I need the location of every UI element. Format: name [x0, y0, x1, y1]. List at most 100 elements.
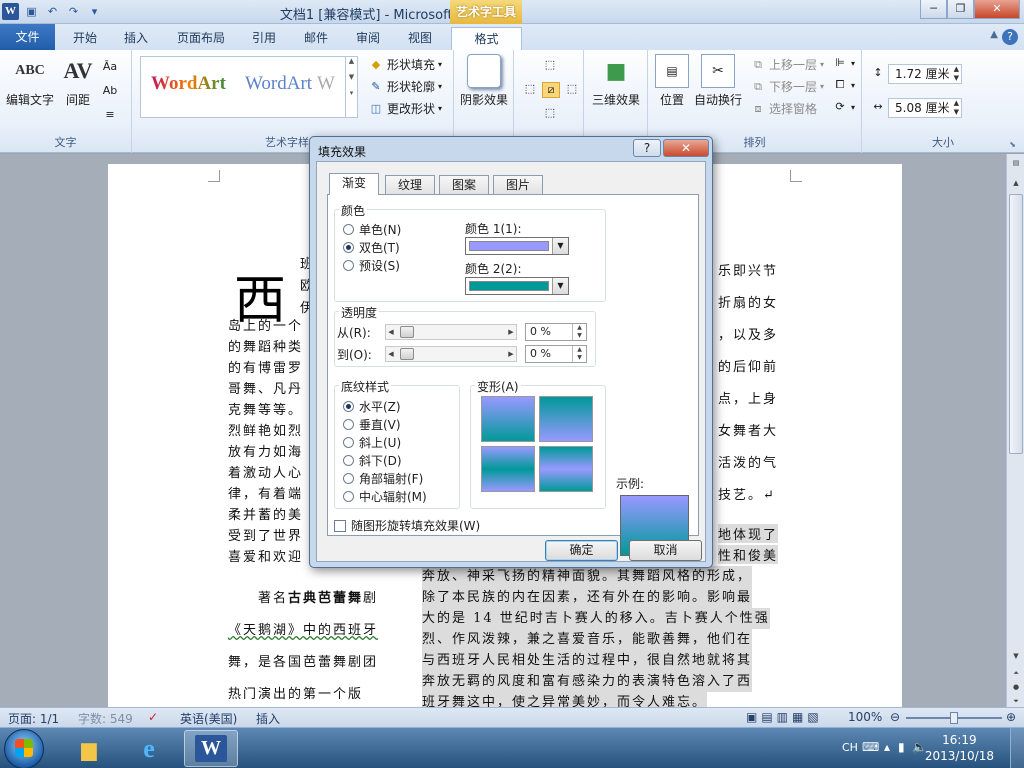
color1-dropdown[interactable]: ▼ — [465, 237, 569, 255]
variant-2[interactable] — [539, 396, 593, 442]
tab-picture[interactable]: 图片 — [493, 175, 543, 194]
radio-from-center[interactable]: 中心辐射(M) — [343, 488, 427, 505]
rotate-with-shape-checkbox[interactable]: 随图形旋转填充效果(W) — [334, 517, 480, 534]
variant-1[interactable] — [481, 396, 535, 442]
bring-forward-button[interactable]: ⧉ 上移一层 ▾ — [750, 56, 824, 73]
dialog-close-button[interactable]: ✕ — [663, 139, 709, 157]
to-spinner[interactable]: ▲ ▼ — [572, 346, 586, 362]
explorer-taskbar-button[interactable]: ▆ — [62, 730, 116, 767]
browse-object-icon[interactable]: ● — [1009, 680, 1023, 694]
minimize-button[interactable]: ─ — [920, 0, 947, 19]
rotate-button[interactable]: ⟳ ▾ — [832, 100, 855, 114]
word-taskbar-button[interactable]: W — [184, 730, 238, 767]
input-language[interactable]: CH — [842, 741, 858, 754]
shape-outline-button[interactable]: ✎ 形状轮廓 ▾ — [368, 78, 442, 95]
radio-one-color[interactable]: 单色(N) — [343, 221, 401, 238]
tab-references[interactable]: 引用 — [242, 27, 286, 50]
variant-3[interactable] — [481, 446, 535, 492]
cancel-button[interactable]: 取消 — [629, 540, 702, 561]
dialog-help-button[interactable]: ? — [633, 139, 661, 157]
show-desktop-button[interactable] — [1010, 728, 1024, 768]
color2-dropdown[interactable]: ▼ — [465, 277, 569, 295]
nudge-up-icon[interactable]: ⬚ — [542, 58, 558, 72]
radio-horizontal[interactable]: 水平(Z) — [343, 398, 401, 415]
radio-preset[interactable]: 预设(S) — [343, 257, 400, 274]
height-spinner[interactable]: ▲ ▼ — [954, 65, 959, 83]
tray-chevron-icon[interactable]: ▴ — [884, 740, 890, 754]
shadow-effects-button[interactable]: 阴影效果 — [456, 54, 512, 108]
scroll-up-icon[interactable]: ▲ — [1009, 176, 1023, 190]
next-page-icon[interactable]: ⏷ — [1009, 694, 1023, 708]
change-shape-button[interactable]: ◫ 更改形状 ▾ — [368, 100, 442, 117]
word-count[interactable]: 字数: 549 — [78, 710, 133, 727]
tab-texture[interactable]: 纹理 — [385, 175, 435, 194]
clock[interactable]: 16:19 2013/10/18 — [925, 732, 994, 764]
tab-format[interactable]: 格式 — [451, 27, 522, 50]
to-percent-field[interactable]: 0 % ▲ ▼ — [525, 345, 587, 363]
scroll-thumb[interactable] — [1009, 194, 1023, 454]
edit-text-button[interactable]: ABC 编辑文字 — [4, 54, 56, 108]
variant-4[interactable] — [539, 446, 593, 492]
nudge-down-icon[interactable]: ⬚ — [542, 106, 558, 120]
group-objects-button[interactable]: ⧠ ▾ — [832, 78, 855, 92]
size-dialog-launcher-icon[interactable]: ⬊ — [1009, 140, 1016, 149]
spacing-button[interactable]: AV 间距 — [60, 54, 96, 108]
zoom-level[interactable]: 100% — [848, 710, 882, 724]
vertical-scrollbar[interactable]: ▤ ▲ ▼ ⏶ ● ⏷ — [1006, 154, 1024, 707]
zoom-in-icon[interactable]: ⊕ — [1006, 710, 1016, 724]
zoom-slider-thumb[interactable] — [950, 712, 958, 724]
width-spinner[interactable]: ▲ ▼ — [954, 99, 959, 117]
ie-taskbar-button[interactable]: e — [122, 730, 176, 767]
vertical-text-button[interactable]: Ab — [102, 84, 118, 98]
height-field[interactable]: 1.72 厘米 ▲ ▼ — [888, 64, 962, 84]
wordart-style-3[interactable]: W — [317, 73, 335, 95]
auto-wrap-button[interactable]: ✂ 自动换行 — [692, 54, 744, 108]
zoom-out-icon[interactable]: ⊖ — [890, 710, 900, 724]
from-spinner[interactable]: ▲ ▼ — [572, 324, 586, 340]
ok-button[interactable]: 确定 — [545, 540, 618, 561]
network-icon[interactable]: ▮ — [898, 740, 905, 754]
wordart-style-2[interactable]: WordArt — [245, 73, 312, 95]
start-button[interactable] — [4, 729, 44, 768]
tab-gradient[interactable]: 渐变 — [329, 173, 379, 195]
selection-pane-button[interactable]: ⧈ 选择窗格 — [750, 100, 818, 117]
language-indicator[interactable]: 英语(美国) — [180, 710, 237, 727]
scroll-down-icon[interactable]: ▼ — [1009, 649, 1023, 663]
help-icon[interactable]: ? — [1002, 29, 1018, 45]
tab-insert[interactable]: 插入 — [112, 27, 160, 50]
gallery-scroll[interactable]: ▲ ▼ ▾ — [345, 57, 357, 117]
radio-two-colors[interactable]: 双色(T) — [343, 239, 400, 256]
nudge-left-icon[interactable]: ⬚ — [522, 82, 538, 96]
to-slider-thumb[interactable] — [400, 348, 414, 360]
nudge-right-icon[interactable]: ⬚ — [564, 82, 580, 96]
wordart-style-gallery[interactable]: WordArt WordArt W ▲ ▼ ▾ — [140, 56, 358, 118]
tab-page-layout[interactable]: 页面布局 — [168, 27, 234, 50]
insert-mode[interactable]: 插入 — [256, 710, 280, 727]
send-backward-button[interactable]: ⧉ 下移一层 ▾ — [750, 78, 824, 95]
radio-diagonal-up[interactable]: 斜上(U) — [343, 434, 401, 451]
radio-diagonal-down[interactable]: 斜下(D) — [343, 452, 402, 469]
restore-button[interactable]: ❐ — [947, 0, 974, 19]
shadow-toggle-icon[interactable]: ⧄ — [542, 82, 560, 98]
minimize-ribbon-icon[interactable]: ▲ — [990, 29, 998, 40]
close-button[interactable]: ✕ — [974, 0, 1020, 19]
align-button[interactable]: ⊫ ▾ — [832, 56, 855, 70]
ruler-toggle-icon[interactable]: ▤ — [1009, 156, 1023, 170]
from-percent-field[interactable]: 0 % ▲ ▼ — [525, 323, 587, 341]
wordart-style-1[interactable]: WordArt — [151, 73, 226, 95]
prev-page-icon[interactable]: ⏶ — [1009, 666, 1023, 680]
keyboard-icon[interactable]: ⌨ — [862, 740, 879, 754]
shape-fill-button[interactable]: ◆ 形状填充 ▾ — [368, 56, 442, 73]
tab-view[interactable]: 视图 — [398, 27, 442, 50]
width-field[interactable]: 5.08 厘米 ▲ ▼ — [888, 98, 962, 118]
tab-file[interactable]: 文件 — [0, 24, 55, 50]
from-slider-thumb[interactable] — [400, 326, 414, 338]
radio-vertical[interactable]: 垂直(V) — [343, 416, 401, 433]
position-button[interactable]: ▤ 位置 — [652, 54, 692, 108]
view-buttons[interactable]: ▣▤▥▦▧ — [746, 710, 823, 724]
page-indicator[interactable]: 页面: 1/1 — [8, 710, 59, 727]
tab-mailings[interactable]: 邮件 — [294, 27, 338, 50]
3d-effects-button[interactable]: ■ 三维效果 — [588, 54, 644, 108]
from-slider[interactable]: ◀ ▶ — [385, 324, 517, 340]
tab-pattern[interactable]: 图案 — [439, 175, 489, 194]
